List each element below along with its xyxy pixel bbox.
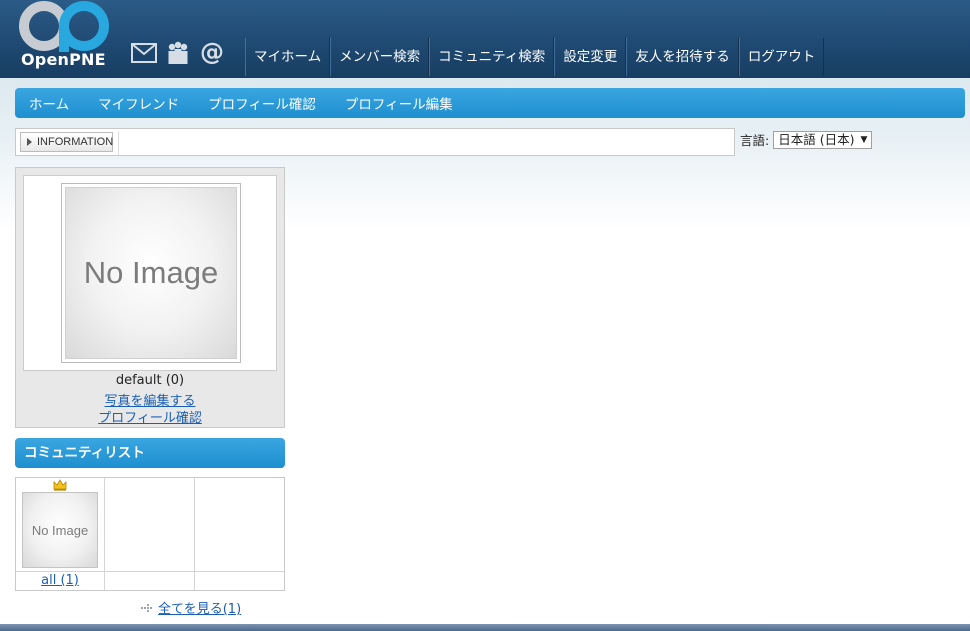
see-all-row: 全てを見る(1): [140, 598, 241, 617]
global-nav-community-search[interactable]: コミュニティ検索: [429, 38, 555, 76]
community-image[interactable]: No Image: [22, 492, 98, 568]
profile-name: default (0): [115, 373, 185, 388]
svg-text:@: @: [200, 40, 224, 66]
top-header: OpenPNE @ マイホーム メンバー検索 コミュニティ検索 設定変更 友人を…: [0, 0, 970, 78]
language-label: 言語:: [740, 133, 770, 148]
logo-text: OpenPNE: [21, 50, 106, 69]
no-image-placeholder: No Image: [65, 187, 237, 359]
see-all-link[interactable]: 全てを見る(1): [158, 598, 241, 617]
dotted-arrow-icon: [141, 603, 152, 612]
global-nav: マイホーム メンバー検索 コミュニティ検索 設定変更 友人を招待する ログアウト: [245, 38, 825, 76]
os-taskbar: [0, 624, 970, 631]
global-nav-logout[interactable]: ログアウト: [738, 38, 825, 76]
view-profile-link[interactable]: プロフィール確認: [16, 407, 284, 426]
community-cell: [105, 478, 195, 590]
local-nav-profile-edit[interactable]: プロフィール編集: [345, 93, 453, 113]
members-icon[interactable]: [164, 40, 192, 66]
profile-box: No Image default (0) 写真を編集する プロフィール確認: [15, 167, 285, 428]
language-selected: 日本語 (日本): [778, 131, 855, 147]
mail-icon[interactable]: [130, 40, 158, 66]
local-nav-profile-view[interactable]: プロフィール確認: [208, 93, 316, 113]
information-bar: INFORMATION: [15, 128, 735, 156]
global-nav-myhome[interactable]: マイホーム: [245, 38, 331, 76]
triangle-right-icon: [27, 138, 32, 146]
global-nav-member-search[interactable]: メンバー検索: [330, 38, 430, 76]
local-nav-home[interactable]: ホーム: [29, 93, 69, 113]
at-icon[interactable]: @: [198, 40, 226, 66]
crown-icon: [53, 479, 67, 491]
language-selector: 言語: 日本語 (日本) ▼: [740, 130, 873, 149]
information-text: [118, 131, 732, 155]
community-cell: [195, 478, 284, 590]
local-nav-my-friends[interactable]: マイフレンド: [98, 93, 179, 113]
divider: [16, 571, 284, 572]
header-icons: @: [130, 40, 226, 66]
global-nav-settings[interactable]: 設定変更: [554, 38, 627, 76]
dropdown-arrow-icon: ▼: [860, 134, 868, 145]
information-label: INFORMATION: [20, 132, 113, 152]
language-select[interactable]: 日本語 (日本) ▼: [773, 130, 873, 149]
community-grid: No Image all (1): [15, 477, 285, 591]
logo-mark-icon: [19, 1, 109, 52]
profile-photo[interactable]: No Image: [61, 183, 241, 363]
community-list-title: コミュニティリスト: [15, 438, 285, 468]
global-nav-invite[interactable]: 友人を招待する: [626, 38, 739, 76]
profile-photo-frame: No Image: [23, 175, 277, 371]
local-nav: ホーム マイフレンド プロフィール確認 プロフィール編集: [15, 88, 965, 118]
community-link-all[interactable]: all (1): [16, 573, 104, 588]
